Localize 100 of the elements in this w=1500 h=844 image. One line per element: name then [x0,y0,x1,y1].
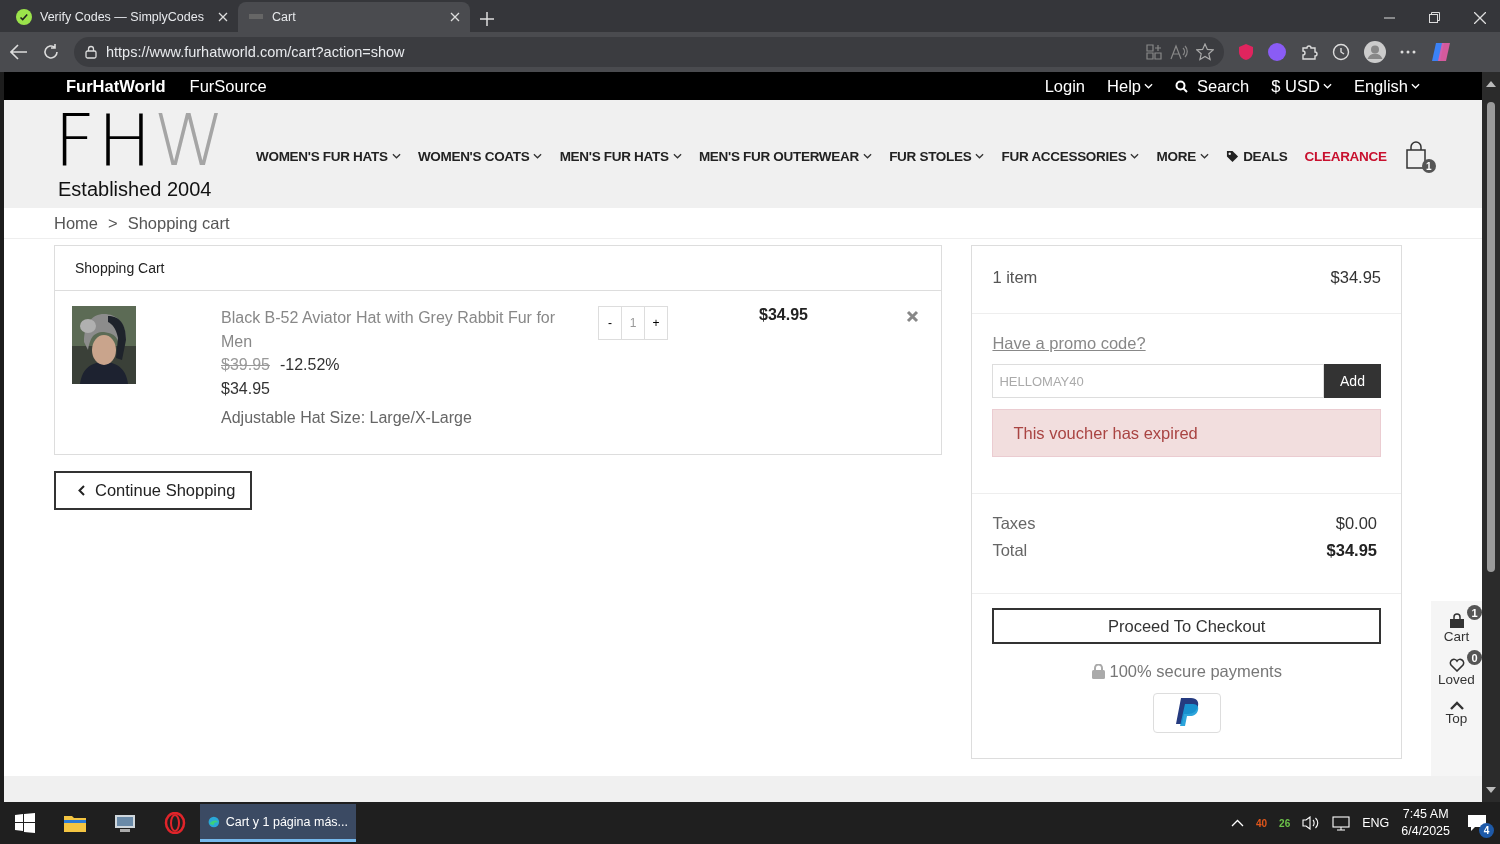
tag-icon [1226,149,1240,163]
item-count: 1 item [992,268,1038,288]
original-price: $39.95 [221,356,270,373]
chevron-down-icon [533,153,543,159]
brand-link[interactable]: FurSource [189,76,267,96]
clock[interactable]: 7:45 AM 6/4/2025 [1401,806,1450,840]
breadcrumb-link[interactable]: Home [54,213,98,233]
top-nav-link[interactable]: Search [1175,76,1250,96]
product-name-link[interactable]: Black B-52 Aviator Hat with Grey Rabbit Fur for Men [221,306,566,353]
close-icon[interactable] [1474,12,1486,24]
app-grid-icon[interactable] [1146,44,1162,60]
side-widget[interactable]: Top [1431,693,1482,726]
summary-value: $34.95 [1326,541,1377,560]
chevron-up-icon [1448,701,1465,711]
more-icon[interactable] [1400,50,1416,54]
nav-link[interactable]: FUR STOLES [889,148,985,164]
browser-tab[interactable]: Cart [238,2,470,32]
nav-link[interactable]: WOMEN'S COATS [417,148,543,164]
count-badge: 1 [1467,605,1482,620]
summary-value: $0.00 [1335,514,1377,533]
chevron-up-icon[interactable] [1231,819,1244,827]
taskbar-window-button[interactable]: Cart y 1 página más... [200,804,356,842]
product-option: Adjustable Hat Size: Large/X-Large [221,406,566,430]
chevron-down-icon [672,153,682,159]
chevron-down-icon [862,153,872,159]
line-total: $34.95 [759,306,808,325]
logo[interactable]: FH W [54,107,254,172]
side-widget[interactable]: Loved 0 [1431,650,1482,687]
folder-icon[interactable] [64,814,86,832]
search-icon [1175,79,1188,93]
close-icon[interactable] [218,12,228,22]
nav-link[interactable]: CLEARANCE [1304,148,1387,164]
back-arrow-icon[interactable] [10,44,28,60]
paypal-logo-icon [1173,698,1200,728]
browser-tab[interactable]: Verify Codes — SimplyCodes [6,2,238,32]
top-nav-link[interactable]: Login [1044,76,1086,96]
continue-shopping-button[interactable]: Continue Shopping [54,470,253,510]
heart-icon [1448,658,1465,672]
history-icon[interactable] [1332,43,1350,61]
chevron-down-icon [975,153,985,159]
check-badge-icon [16,9,32,25]
chevron-down-icon [391,153,401,159]
reload-icon[interactable] [42,43,60,61]
summary-label: Total [992,541,1028,560]
panel-title: Shopping Cart [75,260,165,276]
close-icon[interactable] [450,12,460,22]
tagline: Established 2004 [58,177,213,201]
lock-icon [84,45,98,59]
remove-icon[interactable] [906,310,920,323]
lock-icon [1091,664,1105,679]
scroll-down-icon[interactable] [1486,786,1496,794]
windows-logo-icon[interactable] [15,813,35,833]
top-nav-link[interactable]: English [1353,76,1420,96]
restore-icon[interactable] [1429,12,1440,23]
language-indicator[interactable]: ENG [1362,816,1390,830]
nav-link[interactable]: FUR ACCESSORIES [1001,148,1140,164]
chevron-down-icon [1322,83,1332,89]
breadcrumb-link[interactable]: Shopping cart [127,213,230,233]
discount-percent: -12.52% [279,356,340,373]
nav-link[interactable]: MEN'S FUR OUTERWEAR [698,148,872,164]
copilot-icon[interactable] [1430,41,1452,63]
tray-counter[interactable]: 26 [1279,817,1291,829]
scrollbar-thumb[interactable] [1487,102,1495,572]
read-aloud-icon[interactable] [1170,44,1188,60]
chevron-left-icon [78,484,85,496]
side-widget[interactable]: Cart 1 [1431,605,1482,644]
nav-link[interactable]: MEN'S FUR HATS [559,148,682,164]
count-badge: 0 [1467,650,1482,665]
brand-link[interactable]: FurHatWorld [66,76,166,96]
puzzle-icon[interactable] [1300,43,1318,61]
top-nav-link[interactable]: $ USD [1271,76,1332,96]
sale-price: $34.95 [221,378,270,399]
secure-payments-note: 100% secure payments [1109,662,1282,681]
chevron-down-icon [1144,83,1153,89]
add-button[interactable]: Add [1324,364,1381,398]
chevron-down-icon [1411,83,1420,89]
star-icon[interactable] [1196,43,1214,61]
address-bar[interactable]: https://www.furhatworld.com/cart?action=show [74,37,1224,67]
nav-link[interactable]: WOMEN'S FUR HATS [256,148,401,164]
error-alert: This voucher has expired [992,409,1381,457]
profile-avatar-icon[interactable] [1364,41,1386,63]
computer-icon[interactable] [114,813,136,833]
site-favicon-icon [248,13,264,21]
chevron-down-icon [1199,153,1209,159]
new-tab-icon[interactable] [480,12,494,26]
monitor-icon[interactable] [1332,815,1351,831]
summary-label: Taxes [992,514,1036,533]
scroll-up-icon[interactable] [1486,80,1496,88]
subtotal: $34.95 [1330,268,1381,288]
top-nav-link[interactable]: Help [1107,76,1153,96]
tray-counter[interactable]: 40 [1256,817,1268,829]
shopping-bag-icon [1448,613,1465,629]
nav-link[interactable]: MORE [1156,148,1209,164]
chevron-down-icon [1130,153,1140,159]
promo-code-link[interactable]: Have a promo code? [992,334,1146,353]
speaker-icon[interactable] [1302,816,1321,830]
breadcrumb-separator: > [108,213,118,233]
checkout-button[interactable]: Proceed To Checkout [992,608,1381,644]
ring-icon[interactable] [164,812,186,834]
nav-link[interactable]: DEALS [1226,148,1288,164]
